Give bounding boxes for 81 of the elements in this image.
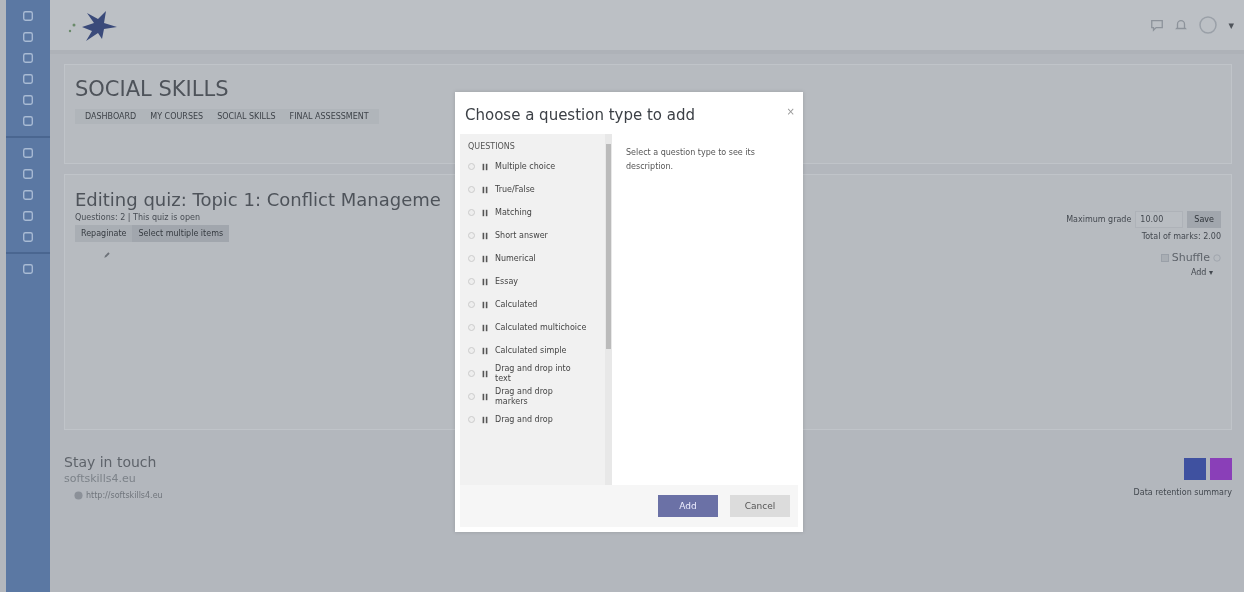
add-button[interactable]: Add (658, 495, 718, 517)
nav-icon[interactable] (22, 231, 34, 243)
question-type-label[interactable]: Numerical (495, 253, 587, 264)
question-type-label[interactable]: Short answer (495, 230, 587, 241)
menu-icon[interactable] (22, 10, 34, 22)
scrollbar[interactable] (605, 134, 612, 485)
radio-button[interactable] (468, 416, 475, 423)
question-type-icon (481, 161, 489, 172)
question-type-label[interactable]: Calculated multichoice (495, 322, 587, 333)
question-type-label[interactable]: Essay (495, 276, 587, 287)
radio-button[interactable] (468, 186, 475, 193)
question-type-label[interactable]: Drag and drop markers (495, 386, 587, 407)
pencil-icon[interactable] (103, 251, 111, 259)
radio-button[interactable] (468, 347, 475, 354)
section-label: QUESTIONS (468, 142, 516, 151)
nav-icon[interactable] (22, 263, 34, 275)
radio-button[interactable] (468, 301, 475, 308)
globe-icon (74, 491, 83, 500)
question-type-icon (481, 207, 489, 218)
radio-button[interactable] (468, 163, 475, 170)
nav-icon[interactable] (22, 168, 34, 180)
quiz-status: Questions: 2 | This quiz is open (75, 213, 201, 222)
toolbar-button[interactable]: Repaginate (75, 225, 133, 242)
breadcrumb-link[interactable]: FINAL ASSESSMENT (289, 112, 369, 121)
radio-button[interactable] (468, 209, 475, 216)
question-type-label[interactable]: Drag and drop into text (495, 363, 587, 384)
save-button[interactable]: Save (1187, 211, 1221, 228)
question-type-icon (481, 391, 489, 402)
toolbar-button[interactable]: Select multiple items (132, 225, 230, 242)
question-type-label[interactable]: True/False (495, 184, 587, 195)
question-type-icon (481, 322, 489, 333)
question-type-icon (481, 253, 489, 264)
nav-icon[interactable] (22, 52, 34, 64)
description-text: Select a question type to see its description. (625, 147, 756, 174)
nav-icon[interactable] (22, 115, 34, 127)
nav-icon[interactable] (22, 210, 34, 222)
footer-heading: Stay in touch (64, 454, 158, 470)
max-grade-label: Maximum grade (1066, 215, 1132, 224)
radio-button[interactable] (468, 232, 475, 239)
question-type-icon (481, 230, 489, 241)
question-type-label[interactable]: Calculated (495, 299, 587, 310)
quiz-title: Editing quiz: Topic 1: Conflict Manageme (75, 189, 441, 210)
caret-icon[interactable]: ▾ (1228, 18, 1234, 32)
question-type-icon (481, 414, 489, 425)
avatar-icon[interactable] (1198, 15, 1219, 35)
nav-icon[interactable] (22, 147, 34, 159)
shuffle-label: Shuffle (1171, 251, 1210, 264)
nav-icon[interactable] (22, 189, 34, 201)
radio-button[interactable] (468, 255, 475, 262)
course-title: SOCIAL SKILLS (75, 77, 230, 101)
cancel-button[interactable]: Cancel (730, 495, 790, 517)
radio-button[interactable] (468, 324, 475, 331)
shuffle-checkbox[interactable] (1160, 253, 1169, 262)
dialog-title: Choose a question type to add (465, 106, 696, 124)
breadcrumb-link[interactable]: DASHBOARD (85, 112, 137, 121)
nav-icon[interactable] (22, 94, 34, 106)
question-type-icon (481, 184, 489, 195)
nav-icon[interactable] (22, 73, 34, 85)
close-button[interactable]: × (786, 106, 795, 117)
radio-button[interactable] (468, 370, 475, 377)
question-type-icon (481, 345, 489, 356)
social-icon[interactable] (1184, 458, 1206, 480)
question-type-label[interactable]: Multiple choice (495, 161, 587, 172)
question-type-icon (481, 368, 489, 379)
total-marks: Total of marks: 2.00 (1141, 232, 1221, 241)
breadcrumb-link[interactable]: MY COURSES (150, 112, 204, 121)
radio-button[interactable] (468, 393, 475, 400)
bell-icon[interactable] (1174, 18, 1189, 32)
question-type-label[interactable]: Drag and drop (495, 414, 587, 425)
add-menu-link[interactable]: Add ▾ (1190, 268, 1213, 277)
social-icon[interactable] (1210, 458, 1232, 480)
question-type-icon (481, 276, 489, 287)
radio-button[interactable] (468, 278, 475, 285)
max-grade-field[interactable]: 10.00 (1135, 211, 1184, 228)
nav-icon[interactable] (22, 31, 34, 43)
chat-icon[interactable] (1150, 18, 1165, 32)
question-type-label[interactable]: Calculated simple (495, 345, 587, 356)
data-retention-link[interactable]: Data retention summary (1133, 488, 1232, 497)
breadcrumb-link[interactable]: SOCIAL SKILLS (217, 112, 276, 121)
question-type-icon (481, 299, 489, 310)
question-type-label[interactable]: Matching (495, 207, 587, 218)
